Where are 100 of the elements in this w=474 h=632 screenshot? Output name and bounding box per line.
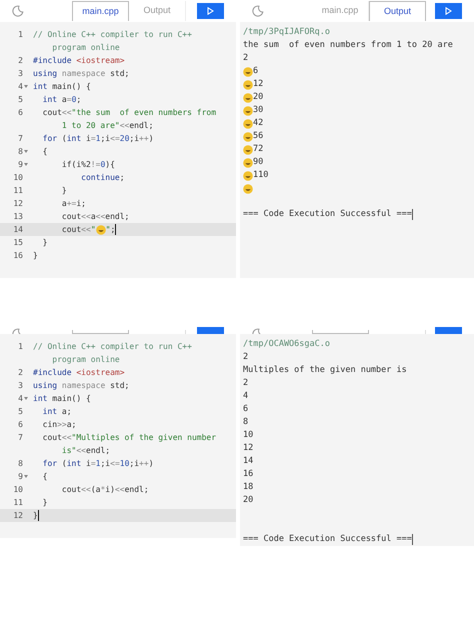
line-number: 9: [18, 159, 23, 171]
code-token: (: [62, 133, 67, 145]
line-number: 4: [18, 393, 23, 405]
output-line: 14: [243, 455, 254, 468]
code-token: cout: [60, 484, 82, 496]
code-token: using: [33, 380, 58, 392]
code-token: endl;: [86, 445, 110, 457]
code-token: int: [66, 133, 82, 145]
text-cursor: [412, 209, 413, 220]
line-number: 6: [18, 107, 23, 119]
output-line: === Code Execution Successful ===: [243, 533, 412, 546]
fold-icon[interactable]: [24, 163, 28, 167]
code-token: ++: [139, 133, 149, 145]
code-token: continue: [80, 172, 120, 184]
fold-icon[interactable]: [24, 85, 28, 89]
code-token: <=: [110, 458, 120, 470]
line-number: 8: [18, 146, 23, 158]
output-line: 6: [253, 65, 258, 78]
line-number: 10: [13, 172, 23, 184]
code-token: ++: [139, 458, 149, 470]
code-token: main() {: [52, 393, 91, 405]
code-token: <<: [81, 484, 91, 496]
moon-icon[interactable]: [12, 5, 24, 17]
code-token: 1: [96, 133, 100, 145]
code-token: endl;: [129, 120, 154, 132]
line-number: 1: [18, 29, 23, 41]
fold-icon[interactable]: [24, 150, 28, 154]
code-token: std;: [110, 380, 130, 392]
play-icon: [445, 7, 452, 15]
line-number: 16: [13, 250, 23, 262]
code-token: 1: [96, 458, 100, 470]
code-token: =: [90, 458, 96, 470]
code-token: }: [42, 237, 48, 249]
code-token: namespace: [62, 380, 106, 392]
code-token: endl;: [105, 211, 130, 223]
output-line: 56: [253, 130, 264, 143]
file-tab[interactable]: Output: [369, 1, 426, 21]
file-tab[interactable]: main.cpp: [72, 1, 129, 21]
line-number: 15: [13, 237, 23, 249]
run-button[interactable]: [435, 3, 462, 19]
line-number: 4: [18, 81, 23, 93]
line-number: 11: [13, 185, 23, 197]
code-token: int: [42, 406, 58, 418]
output-line: 18: [243, 481, 254, 494]
code-token: }: [42, 497, 48, 509]
code-token: for: [42, 458, 58, 470]
code-token: ){: [105, 159, 115, 171]
output-line: Multiples of the given number is: [243, 364, 407, 377]
code-token: a: [90, 211, 96, 223]
code-token: (a: [90, 484, 100, 496]
file-path: /tmp/OCAWO6sgaC.o: [243, 338, 331, 351]
code-token: // Online C++ compiler to run C++: [33, 341, 192, 353]
code-token: <iostream>: [76, 55, 125, 67]
emoji-icon: [96, 224, 106, 234]
code-token: +=: [66, 198, 76, 210]
line-number: 2: [18, 367, 23, 379]
code-token: i;: [76, 198, 86, 210]
text-cursor: [115, 224, 116, 235]
line-number: 5: [18, 94, 23, 106]
code-token: <<: [62, 107, 72, 119]
line-number: 14: [13, 224, 23, 236]
code-token: #include: [33, 367, 73, 379]
code-token: =: [66, 94, 72, 106]
code-token: i): [105, 484, 115, 496]
code-token: ;i: [100, 133, 110, 145]
code-token: ;: [76, 94, 82, 106]
line-number: 5: [18, 406, 23, 418]
code-token: 0: [100, 159, 106, 171]
code-editor[interactable]: [0, 22, 236, 278]
code-token: std;: [110, 68, 130, 80]
code-token: using: [33, 68, 58, 80]
code-editor[interactable]: [0, 334, 236, 538]
code-token: a: [60, 198, 67, 210]
fold-icon[interactable]: [24, 397, 28, 401]
moon-icon[interactable]: [252, 5, 264, 17]
code-token: endl;: [124, 484, 149, 496]
code-token: }: [33, 250, 38, 262]
output-line: === Code Execution Successful ===: [243, 208, 412, 221]
output-line: 30: [253, 104, 264, 117]
code-token: i: [86, 133, 91, 145]
output-line: 110: [253, 169, 268, 182]
code-token: for: [42, 133, 58, 145]
run-button[interactable]: [197, 3, 224, 19]
output-line: 2: [243, 52, 248, 65]
output-line: 4: [243, 390, 248, 403]
line-number: 11: [13, 497, 23, 509]
code-token: a: [62, 94, 67, 106]
code-token: program online: [51, 354, 120, 366]
code-token: (: [62, 458, 67, 470]
code-token: main() {: [52, 81, 91, 93]
code-token: }: [60, 185, 67, 197]
code-token: <<: [96, 211, 106, 223]
output-line: 6: [243, 403, 248, 416]
code-token: a;: [62, 406, 72, 418]
code-token: cout: [60, 211, 82, 223]
fold-icon[interactable]: [24, 475, 28, 479]
code-token: <<: [81, 224, 91, 236]
code-token: // Online C++ compiler to run C++: [33, 29, 192, 41]
text-cursor: [412, 534, 413, 545]
output-line: 16: [243, 468, 254, 481]
